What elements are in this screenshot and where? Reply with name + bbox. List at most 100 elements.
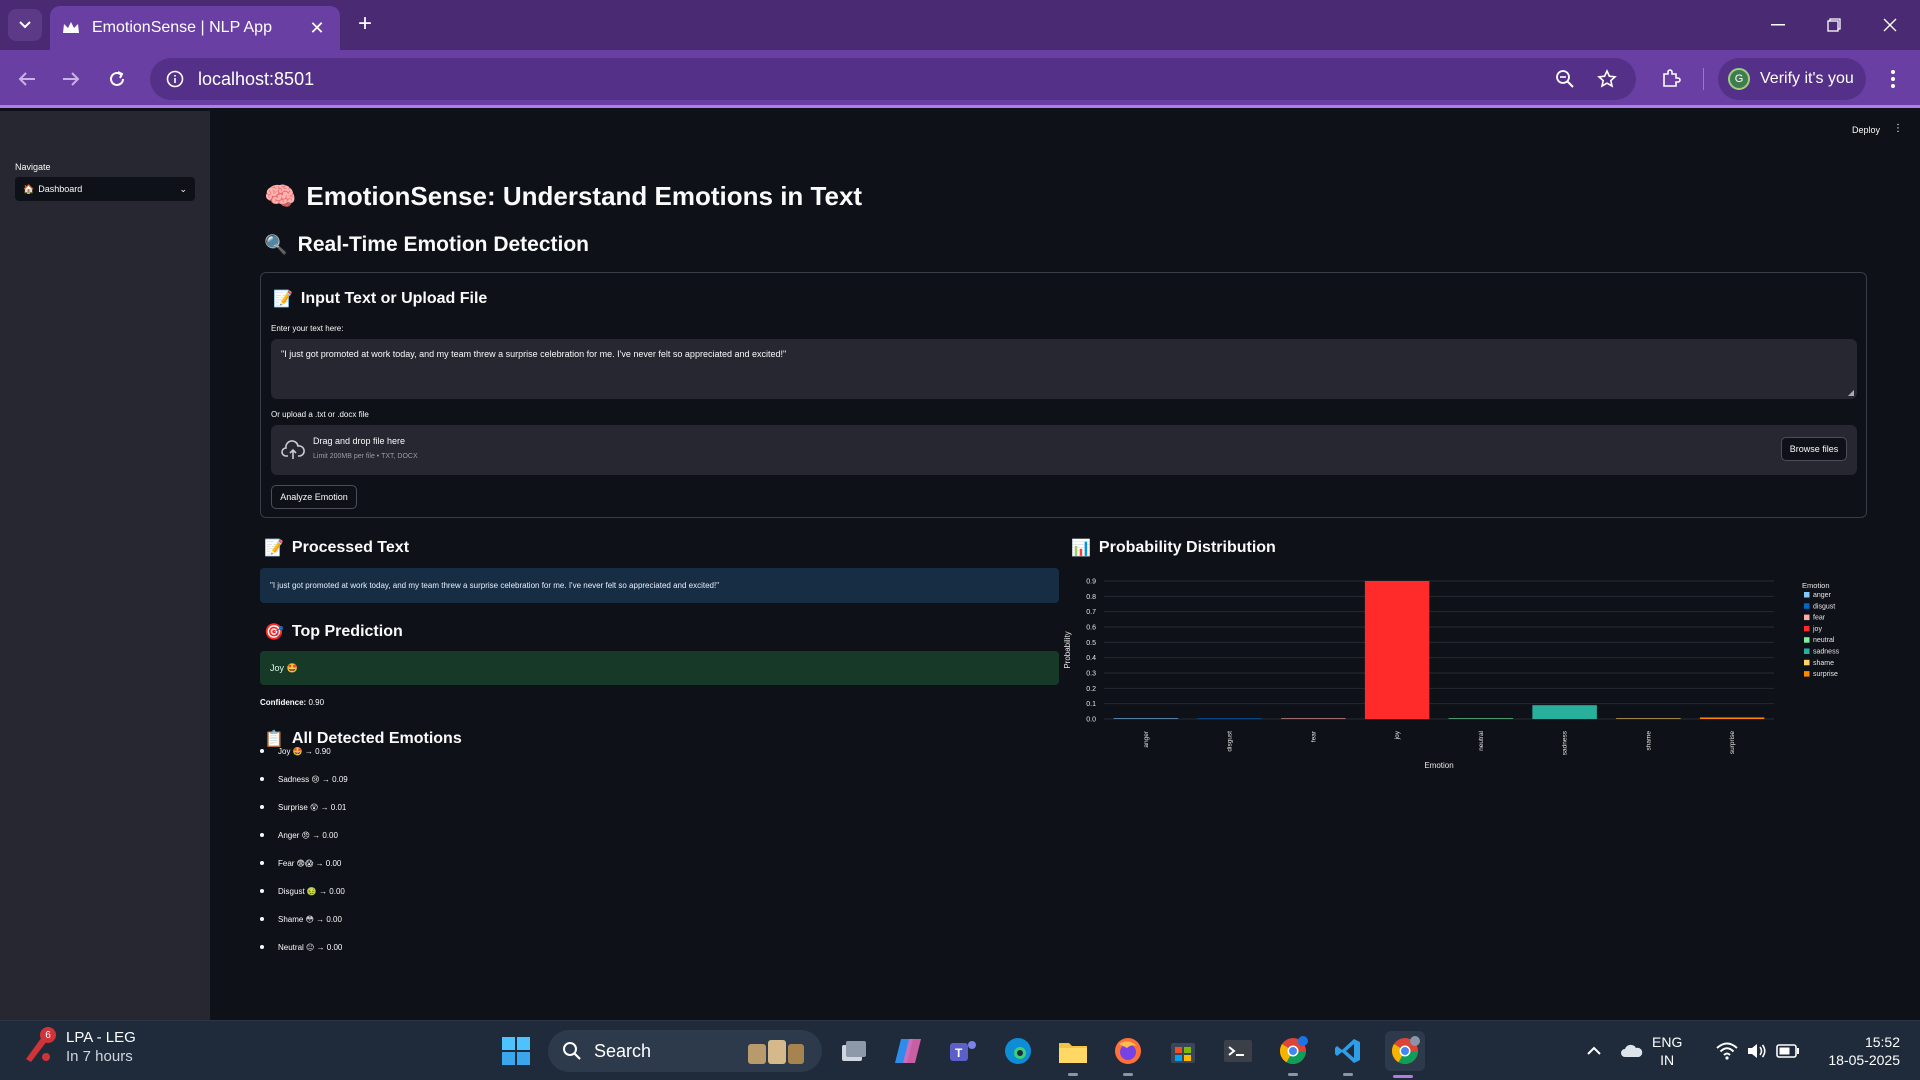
legend-swatch (1804, 625, 1810, 632)
wifi-icon[interactable] (1714, 1033, 1740, 1069)
onedrive-icon[interactable] (1618, 1033, 1646, 1069)
y-tick-label: 0.3 (1086, 671, 1096, 678)
store-icon[interactable] (1165, 1033, 1201, 1069)
dropzone-title: Drag and drop file here (313, 436, 406, 446)
y-axis-label: Probability (1064, 631, 1072, 668)
bar-joy (1364, 581, 1430, 719)
task-view-icon[interactable] (836, 1033, 872, 1069)
running-indicator (1123, 1073, 1133, 1076)
y-tick-label: 0.1 (1086, 701, 1096, 708)
start-button[interactable] (498, 1033, 534, 1069)
windows-logo-icon (502, 1037, 530, 1065)
magnifier-icon: 🔍 (264, 235, 288, 256)
file-explorer-icon[interactable] (1055, 1033, 1091, 1076)
list-item: Joy 🤩 → 0.90 (260, 747, 348, 775)
processed-text-box: "I just got promoted at work today, and … (260, 568, 1059, 603)
tray-overflow-icon[interactable] (1582, 1033, 1606, 1069)
language-top: ENG (1652, 1034, 1683, 1050)
zoom-icon[interactable] (1552, 66, 1578, 92)
weather-widget[interactable]: 6 LPA - LEG In 7 hours (22, 1027, 136, 1065)
search-label: Search (594, 1040, 652, 1061)
bar-fear (1281, 718, 1346, 719)
memo-icon: 📝 (264, 540, 284, 557)
y-tick-label: 0.7 (1086, 609, 1096, 616)
y-tick-label: 0.4 (1086, 655, 1096, 662)
browse-files-button[interactable]: Browse files (1781, 437, 1847, 461)
language-bottom: IN (1660, 1052, 1675, 1068)
streamlit-app: Navigate 🏠 Dashboard ⌄ Deploy ⋮ 🧠 Emotio… (0, 111, 1920, 1020)
volume-icon[interactable] (1744, 1033, 1770, 1069)
running-indicator (1068, 1073, 1078, 1076)
bar-sadness (1532, 705, 1597, 719)
page-select[interactable]: 🏠 Dashboard ⌄ (15, 177, 195, 201)
y-tick-label: 0.9 (1086, 579, 1096, 586)
chrome-icon[interactable] (1275, 1033, 1311, 1076)
browser-menu-button[interactable] (1878, 64, 1908, 94)
text-input[interactable]: "I just got promoted at work today, and … (271, 339, 1857, 399)
main-content: 🧠 EmotionSense: Understand Emotions in T… (260, 111, 1870, 1020)
firefox-icon[interactable] (1110, 1033, 1146, 1076)
svg-text:T: T (955, 1046, 963, 1060)
language-indicator[interactable]: ENG IN (1652, 1033, 1682, 1069)
x-tick-label: disgust (1227, 731, 1234, 752)
edge-icon[interactable] (1000, 1033, 1036, 1069)
copilot-icon[interactable] (890, 1033, 926, 1069)
clipboard-icon: 📋 (264, 731, 284, 748)
battery-icon[interactable] (1774, 1033, 1802, 1069)
legend-swatch (1804, 614, 1810, 621)
weather-title: LPA - LEG (66, 1029, 136, 1046)
new-tab-button[interactable]: + (352, 12, 378, 38)
teams-icon[interactable]: T (945, 1033, 981, 1069)
app-menu-icon[interactable]: ⋮ (1893, 123, 1903, 134)
search-icon (563, 1042, 581, 1060)
restore-button[interactable] (1814, 10, 1854, 40)
x-tick-label: shame (1645, 731, 1652, 751)
legend-title: Emotion (1802, 581, 1830, 590)
page-title: 🧠 EmotionSense: Understand Emotions in T… (264, 181, 862, 212)
legend-entry: neutral (1813, 637, 1835, 644)
browser-tab-active[interactable]: EmotionSense | NLP App ✕ (50, 6, 340, 50)
back-button[interactable] (12, 64, 42, 94)
profile-button[interactable]: G Verify it's you (1718, 58, 1866, 100)
terminal-icon[interactable] (1220, 1033, 1256, 1069)
x-axis-label: Emotion (1424, 761, 1453, 770)
probability-bar-chart: 0.0 0.1 0.2 0.3 0.4 0.5 0.6 0.7 0.8 0.9 Probabilit… (1064, 579, 1840, 771)
section-title-text: Real-Time Emotion Detection (297, 233, 589, 256)
taskbar-search[interactable]: Search (548, 1030, 822, 1072)
upload-label: Or upload a .txt or .docx file (271, 410, 369, 419)
list-item: Surprise 😲 → 0.01 (260, 803, 348, 831)
analyze-emotion-button[interactable]: Analyze Emotion (271, 485, 357, 509)
close-window-button[interactable] (1870, 10, 1910, 40)
resize-handle-icon[interactable]: ◢ (1848, 388, 1854, 397)
bar-surprise (1699, 717, 1765, 719)
forward-button[interactable] (56, 64, 86, 94)
bar-disgust (1197, 718, 1262, 719)
tab-title: EmotionSense | NLP App (92, 19, 272, 36)
minimize-button[interactable] (1758, 10, 1798, 40)
processed-heading-text: Processed Text (291, 539, 410, 556)
file-dropzone[interactable]: Drag and drop file here Limit 200MB per … (271, 425, 1857, 475)
y-tick-label: 0.5 (1086, 640, 1096, 647)
text-input-value: "I just got promoted at work today, and … (281, 349, 787, 359)
list-item: Neutral 😐 → 0.00 (260, 943, 348, 971)
address-bar[interactable]: localhost:8501 (150, 58, 1636, 100)
list-item: Anger 😠 → 0.00 (260, 831, 348, 859)
reload-button[interactable] (102, 64, 132, 94)
x-tick-label: fear (1310, 730, 1317, 742)
dropzone-limit: Limit 200MB per file • TXT, DOCX (313, 453, 418, 460)
emotion-list: Joy 🤩 → 0.90 Sadness 😢 → 0.09 Surprise 😲… (260, 747, 348, 971)
chrome-profile-icon[interactable] (1385, 1031, 1425, 1078)
close-tab-icon[interactable]: ✕ (306, 18, 328, 39)
clock[interactable]: 15:52 18-05-2025 (1810, 1033, 1900, 1069)
target-icon: 🎯 (264, 624, 284, 641)
taskbar: 6 LPA - LEG In 7 hours Search T ENG IN 1… (0, 1020, 1920, 1080)
bookmark-star-icon[interactable] (1594, 66, 1620, 92)
tab-search-button[interactable] (8, 9, 42, 41)
url-text[interactable]: localhost:8501 (198, 69, 1536, 90)
vscode-icon[interactable] (1330, 1033, 1366, 1076)
cloud-upload-icon (281, 440, 305, 459)
extensions-button[interactable] (1656, 64, 1686, 94)
weather-text: LPA - LEG In 7 hours (66, 1029, 136, 1065)
site-info-icon[interactable] (166, 70, 184, 88)
page-title-text: EmotionSense: Understand Emotions in Tex… (306, 181, 863, 211)
